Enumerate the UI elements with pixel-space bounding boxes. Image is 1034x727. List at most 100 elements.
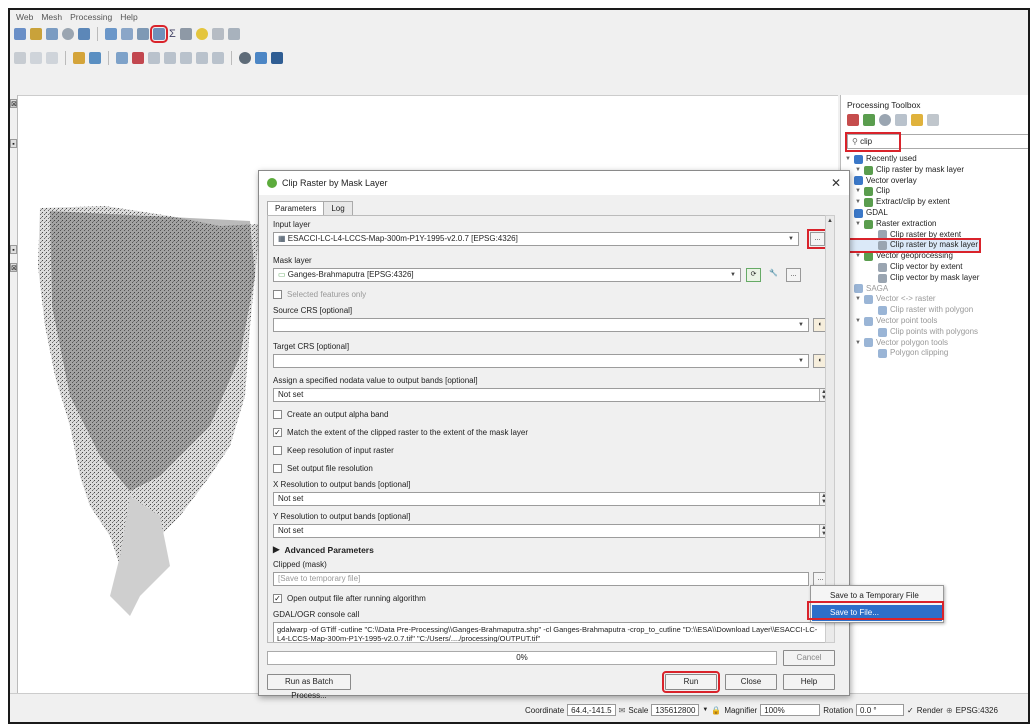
- tree-group[interactable]: ▼SAGA: [845, 284, 979, 295]
- selected-only-checkbox[interactable]: Selected features only: [273, 290, 366, 299]
- input-layer-select[interactable]: ▦ ESACCI-LC-L4-LCCS-Map-300m-P1Y-1995-v2…: [273, 232, 799, 246]
- models-icon[interactable]: [847, 114, 859, 126]
- text-annotation-icon[interactable]: [227, 28, 240, 40]
- scale-lock-icon[interactable]: ✉: [619, 706, 626, 715]
- dock-pin-icon[interactable]: ▪: [10, 139, 17, 148]
- magnifier-field[interactable]: 100%: [760, 704, 821, 716]
- algorithm-item[interactable]: Clip vector by mask layer: [845, 273, 979, 284]
- plugin-icon[interactable]: [271, 52, 283, 64]
- alpha-band-checkbox[interactable]: Create an output alpha band: [273, 410, 388, 419]
- identify-icon[interactable]: [105, 28, 117, 40]
- tree-group[interactable]: ▼ Clip: [845, 186, 979, 197]
- target-crs-select[interactable]: ▼: [273, 354, 809, 368]
- label-icon[interactable]: [196, 52, 208, 64]
- chevron-down-icon[interactable]: ▼: [845, 154, 851, 165]
- results-icon[interactable]: [895, 114, 907, 126]
- clipped-output-input[interactable]: [Save to temporary file]: [273, 572, 809, 586]
- batch-process-button[interactable]: Run as Batch Process...: [267, 674, 351, 700]
- globe-icon[interactable]: [239, 52, 251, 64]
- new-project-icon[interactable]: [30, 28, 42, 40]
- render-checkbox[interactable]: ✓: [907, 706, 914, 715]
- table-icon[interactable]: [121, 28, 133, 40]
- open-output-checkbox[interactable]: ✓ Open output file after running algorit…: [273, 594, 426, 603]
- tree-group[interactable]: ▼Vector overlay: [845, 176, 979, 187]
- close-button[interactable]: Close: [725, 674, 777, 690]
- gdal-console-call[interactable]: gdalwarp -of GTiff -cutline "C:\\Data Pr…: [273, 622, 829, 642]
- algorithm-item[interactable]: Clip raster by mask layer: [842, 238, 982, 254]
- close-icon[interactable]: ✕: [831, 176, 841, 190]
- dock-arrow-icon[interactable]: ▪: [10, 245, 17, 254]
- keep-resolution-checkbox[interactable]: Keep resolution of input raster: [273, 446, 394, 455]
- python-icon[interactable]: [255, 52, 267, 64]
- stats-icon[interactable]: [179, 28, 192, 40]
- run-button[interactable]: Run: [662, 671, 720, 693]
- pin-icon[interactable]: [212, 52, 224, 64]
- chevron-down-icon[interactable]: ▼: [855, 338, 861, 349]
- tree-group[interactable]: ▼ Vector geoprocessing: [845, 251, 979, 262]
- iterate-icon[interactable]: ⟳: [746, 268, 761, 282]
- node-tool-icon[interactable]: [89, 52, 101, 64]
- source-crs-select[interactable]: ▼: [273, 318, 809, 332]
- nodata-input[interactable]: Not set ▲ ▼: [273, 388, 829, 402]
- tree-group[interactable]: ▼ Recently used: [845, 154, 979, 165]
- tree-group[interactable]: ▼ Vector point tools: [845, 316, 979, 327]
- input-layer-browse-button[interactable]: ...: [807, 229, 828, 249]
- paste-icon[interactable]: [180, 52, 192, 64]
- menu-processing[interactable]: Processing: [70, 12, 112, 22]
- help-button[interactable]: Help: [783, 674, 835, 690]
- menu-help[interactable]: Help: [120, 12, 137, 22]
- menu-mesh[interactable]: Mesh: [41, 12, 62, 22]
- coordinate-field[interactable]: 64.4,-141.5: [567, 704, 616, 716]
- set-resolution-checkbox[interactable]: Set output file resolution: [273, 464, 373, 473]
- dock-close-icon[interactable]: ⊠: [10, 99, 17, 108]
- mask-layer-select[interactable]: ▭ Ganges-Brahmaputra [EPSG:4326] ▼: [273, 268, 741, 282]
- processing-toolbox-gear-icon[interactable]: [150, 25, 168, 43]
- algorithm-item[interactable]: Polygon clipping: [845, 348, 979, 359]
- algorithm-item[interactable]: Clip raster with polygon: [845, 305, 979, 316]
- refresh-icon[interactable]: [78, 28, 90, 40]
- algorithm-item[interactable]: Clip raster by extent: [845, 230, 979, 241]
- globe-icon[interactable]: ⊕: [946, 706, 953, 715]
- pencil-icon[interactable]: [73, 52, 85, 64]
- history-icon[interactable]: [879, 114, 891, 126]
- clock-icon[interactable]: [62, 28, 74, 40]
- scroll-up-icon[interactable]: ▲: [827, 218, 833, 224]
- chevron-down-icon[interactable]: ▼: [855, 219, 861, 230]
- chevron-down-icon[interactable]: ▼: [855, 251, 861, 262]
- field-calc-icon[interactable]: [137, 28, 149, 40]
- delete-icon[interactable]: [132, 52, 144, 64]
- dock-close-icon-2[interactable]: ⊠: [10, 263, 17, 272]
- tree-group[interactable]: ▼ Vector polygon tools: [845, 338, 979, 349]
- measure-icon[interactable]: [211, 28, 224, 40]
- redo-icon[interactable]: [46, 52, 58, 64]
- sigma-icon[interactable]: Σ: [169, 28, 176, 40]
- xres-input[interactable]: Not set ▲ ▼: [273, 492, 829, 506]
- copy-icon[interactable]: [164, 52, 176, 64]
- layer-icon[interactable]: [14, 28, 26, 40]
- chevron-down-icon[interactable]: ▼: [855, 197, 861, 208]
- magnifier-lock-icon[interactable]: 🔒: [711, 706, 721, 715]
- parameters-scrollbar[interactable]: ▲: [825, 215, 835, 643]
- add-feature-icon[interactable]: [116, 52, 128, 64]
- algorithm-item[interactable]: Clip vector by extent: [845, 262, 979, 273]
- chevron-down-icon[interactable]: ▼: [702, 707, 708, 713]
- advanced-parameters-toggle[interactable]: ▶ Advanced Parameters: [273, 544, 374, 555]
- tab-log[interactable]: Log: [323, 201, 353, 215]
- tab-parameters[interactable]: Parameters: [267, 201, 325, 215]
- chevron-down-icon[interactable]: ▼: [855, 316, 861, 327]
- algorithm-item[interactable]: Clip points with polygons: [845, 327, 979, 338]
- menu-web[interactable]: Web: [16, 12, 33, 22]
- chevron-down-icon[interactable]: ▼: [855, 186, 861, 197]
- cut-icon[interactable]: [148, 52, 160, 64]
- tree-group[interactable]: ▼GDAL: [845, 208, 979, 219]
- crs-button[interactable]: EPSG:4326: [956, 706, 998, 715]
- tree-group[interactable]: ▼ Vector <-> raster: [845, 294, 979, 305]
- rotation-field[interactable]: 0.0 °: [856, 704, 905, 716]
- edit-icon[interactable]: [14, 52, 26, 64]
- scripts-icon[interactable]: [863, 114, 875, 126]
- settings-wrench-icon[interactable]: [927, 114, 939, 126]
- yres-input[interactable]: Not set ▲ ▼: [273, 524, 829, 538]
- scale-field[interactable]: 135612800: [651, 704, 700, 716]
- chevron-down-icon[interactable]: ▼: [855, 165, 861, 176]
- mask-layer-browse-button[interactable]: ...: [786, 268, 801, 282]
